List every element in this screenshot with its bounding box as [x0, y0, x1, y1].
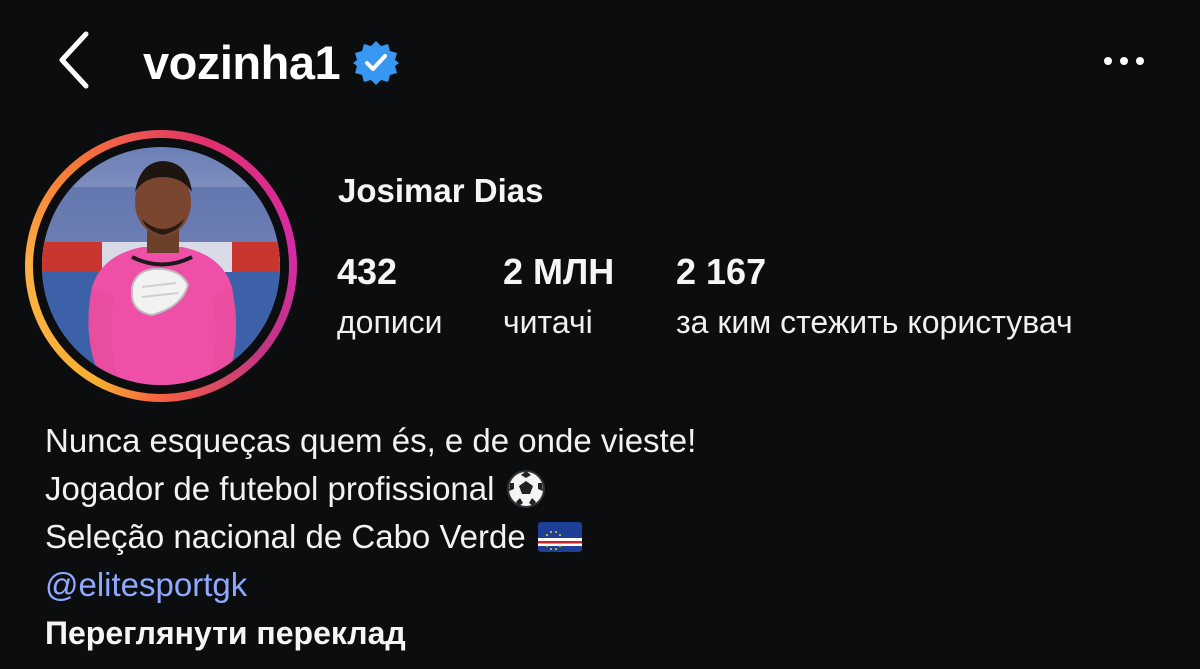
bio-line: Jogador de futebol profissional	[45, 465, 1165, 513]
profile-bio: Nunca esqueças quem és, e de onde vieste…	[45, 417, 1165, 657]
posts-count: 432	[337, 251, 398, 292]
following-label: за ким стежить користувач	[676, 304, 1073, 340]
cape-verde-flag-icon	[537, 522, 582, 552]
soccer-ball-icon	[507, 470, 546, 508]
profile-screen: vozinha1 Josimar Dias 432 дописи 2 МЛН ч…	[0, 0, 1200, 669]
profile-full-name: Josimar Dias	[338, 172, 544, 209]
posts-stat[interactable]: 432 дописи	[337, 252, 443, 342]
chevron-left-icon	[59, 31, 89, 89]
following-stat[interactable]: 2 167 за ким стежить користувач	[676, 252, 1073, 342]
followers-stat[interactable]: 2 МЛН читачі	[503, 252, 614, 342]
username-block: vozinha1	[143, 34, 400, 90]
bio-line: @elitesportgk	[45, 561, 1165, 609]
more-options-button[interactable]	[1098, 46, 1150, 76]
bio-mention-link[interactable]: @elitesportgk	[45, 561, 247, 609]
bio-text-3: Seleção nacional de Cabo Verde	[45, 518, 526, 555]
followers-count: 2 МЛН	[503, 251, 615, 292]
followers-label: читачі	[503, 304, 593, 340]
see-translation-button[interactable]: Переглянути переклад	[45, 609, 1165, 657]
bio-line: Nunca esqueças quem és, e de onde vieste…	[45, 417, 1165, 465]
username: vozinha1	[143, 35, 341, 89]
avatar-photo	[42, 147, 280, 385]
story-ring[interactable]	[25, 130, 297, 402]
more-horizontal-icon	[1104, 57, 1144, 65]
posts-label: дописи	[337, 304, 443, 340]
bio-line: Seleção nacional de Cabo Verde	[45, 513, 1165, 561]
avatar[interactable]	[42, 147, 280, 385]
bio-text-2: Jogador de futebol profissional	[45, 470, 495, 507]
verified-badge-icon	[353, 41, 400, 85]
bio-text-1: Nunca esqueças quem és, e de onde vieste…	[45, 422, 697, 459]
back-button[interactable]	[52, 28, 104, 92]
profile-header: vozinha1	[0, 0, 1200, 125]
following-count: 2 167	[676, 251, 767, 292]
